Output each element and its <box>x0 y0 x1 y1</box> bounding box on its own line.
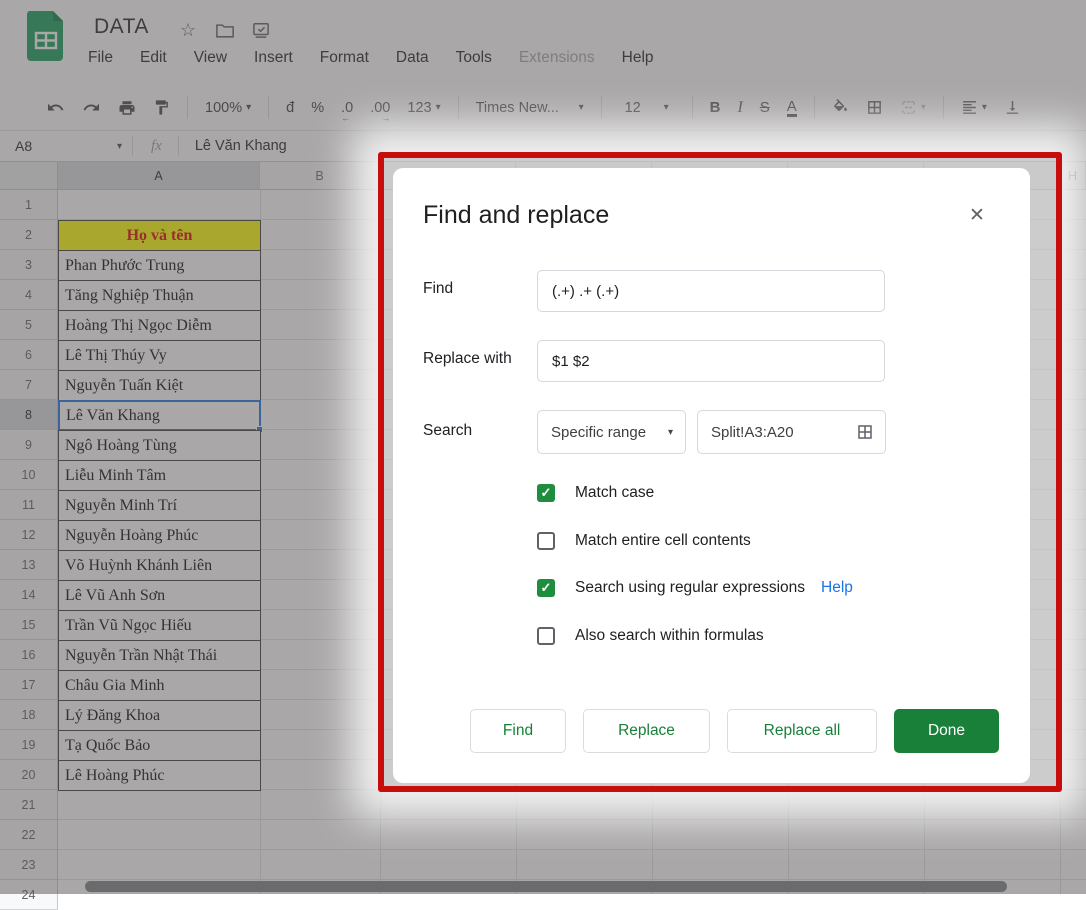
unchecked-checkbox[interactable] <box>537 532 555 550</box>
find-button[interactable]: Find <box>470 709 566 753</box>
checkbox-row: ✓ Search using regular expressions Help <box>537 578 853 598</box>
checked-checkbox[interactable]: ✓ <box>537 579 555 597</box>
find-label: Find <box>423 280 453 298</box>
search-label: Search <box>423 422 472 440</box>
chevron-down-icon: ▾ <box>668 427 673 438</box>
checkbox-label: Also search within formulas <box>575 627 764 645</box>
checkbox-label: Search using regular expressions <box>575 579 805 597</box>
close-icon[interactable]: ✕ <box>969 204 985 227</box>
find-input[interactable] <box>537 270 885 312</box>
checkbox-row: Also search within formulas <box>537 626 764 646</box>
search-scope-value: Specific range <box>551 424 646 441</box>
dialog-title: Find and replace <box>423 201 609 230</box>
replace-all-button[interactable]: Replace all <box>727 709 877 753</box>
checkbox-row: ✓ Match case <box>537 483 654 503</box>
search-range-value: Split!A3:A20 <box>711 424 794 441</box>
checkbox-label: Match case <box>575 484 654 502</box>
replace-with-label: Replace with <box>423 350 512 368</box>
select-range-icon[interactable] <box>856 423 874 441</box>
checkbox-label: Match entire cell contents <box>575 532 751 550</box>
search-scope-dropdown[interactable]: Specific range ▾ <box>537 410 686 454</box>
replace-input[interactable] <box>537 340 885 382</box>
done-button[interactable]: Done <box>894 709 999 753</box>
unchecked-checkbox[interactable] <box>537 627 555 645</box>
checked-checkbox[interactable]: ✓ <box>537 484 555 502</box>
help-link[interactable]: Help <box>821 579 853 597</box>
replace-button[interactable]: Replace <box>583 709 710 753</box>
find-replace-dialog: Find and replace ✕ Find Replace with Sea… <box>393 168 1030 783</box>
checkbox-row: Match entire cell contents <box>537 531 751 551</box>
search-range-field[interactable]: Split!A3:A20 <box>697 410 886 454</box>
